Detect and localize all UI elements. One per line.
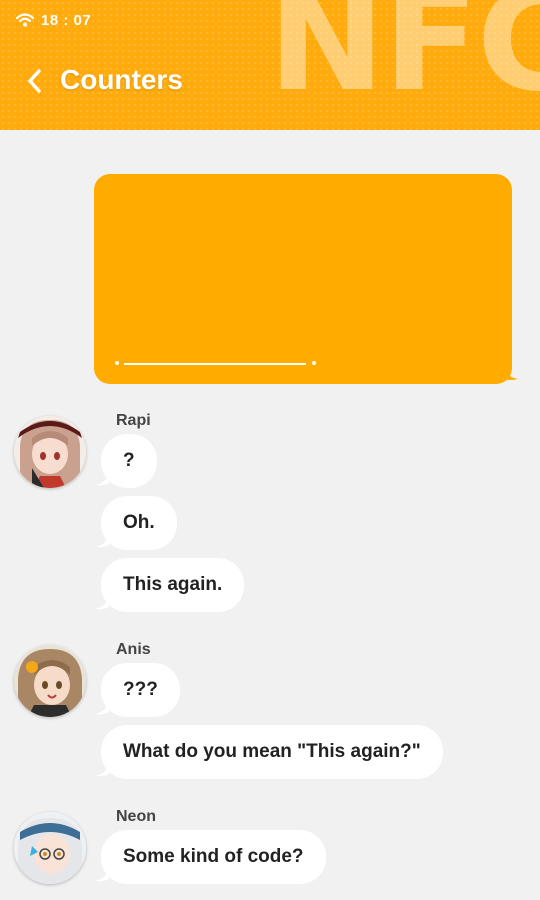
- wifi-icon: [16, 13, 34, 27]
- chevron-left-icon[interactable]: [24, 66, 46, 96]
- message-bubble[interactable]: This again.: [95, 558, 245, 612]
- bubble-tail: [95, 765, 109, 777]
- message-text: Some kind of code?: [123, 846, 304, 867]
- bubble-tail: [95, 536, 109, 548]
- message-text: Oh.: [123, 512, 155, 533]
- placeholder-dot-right: [312, 361, 316, 365]
- message-bubble[interactable]: ?: [95, 434, 157, 488]
- message-text: ???: [123, 679, 158, 700]
- message-text: This again.: [123, 574, 223, 595]
- bubble-tail: [95, 474, 109, 486]
- outgoing-message-bubble[interactable]: [94, 174, 518, 384]
- bubble-tail: [95, 870, 109, 882]
- message-text: ?: [123, 450, 135, 471]
- header-watermark: NFG: [268, 0, 540, 123]
- message-bubble[interactable]: Oh.: [95, 496, 177, 550]
- avatar-neon[interactable]: [14, 812, 86, 884]
- message-text: What do you mean "This again?": [123, 741, 421, 762]
- sender-name-anis: Anis: [116, 641, 151, 658]
- outgoing-bubble-tail: [504, 367, 518, 380]
- message-bubble[interactable]: Some kind of code?: [95, 830, 326, 884]
- header-bar: NFG 18 : 07 Counters: [0, 0, 540, 130]
- sender-name-neon: Neon: [116, 808, 156, 825]
- page-title: Counters: [60, 64, 183, 95]
- avatar-rapi[interactable]: [14, 416, 86, 488]
- status-time: 18 : 07: [41, 11, 92, 29]
- bubble-tail: [95, 703, 109, 715]
- bubble-tail: [95, 598, 109, 610]
- sender-name-rapi: Rapi: [116, 412, 151, 429]
- avatar-anis[interactable]: [14, 645, 86, 717]
- status-bar: 18 : 07: [16, 10, 91, 30]
- placeholder-dot-left: [115, 361, 119, 365]
- message-bubble[interactable]: What do you mean "This again?": [95, 725, 443, 779]
- message-bubble[interactable]: ???: [95, 663, 180, 717]
- reply-placeholder-line: [124, 363, 306, 365]
